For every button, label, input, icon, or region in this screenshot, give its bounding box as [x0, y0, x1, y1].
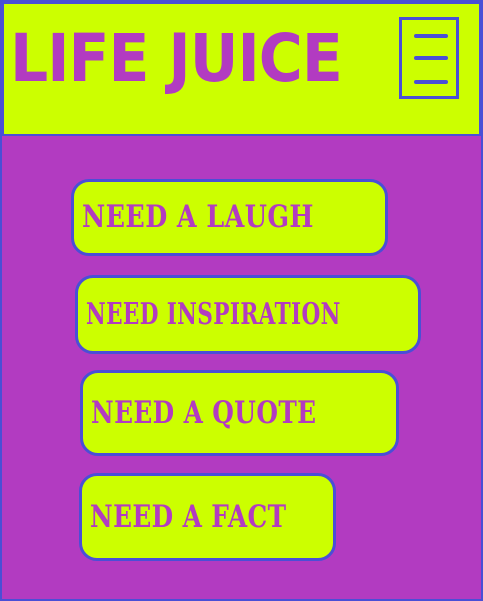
app-header: LIFE JUICE — [2, 2, 481, 136]
need-a-laugh-label: NEED A LAUGH — [82, 199, 314, 235]
need-a-fact-button[interactable]: NEED A FACT — [79, 473, 336, 561]
app-frame: LIFE JUICE NEED A LAUGH NEED INSPIRATION… — [0, 0, 483, 601]
hamburger-menu-icon[interactable] — [399, 17, 459, 99]
need-a-quote-button[interactable]: NEED A QUOTE — [80, 370, 399, 456]
need-inspiration-label: NEED INSPIRATION — [86, 296, 341, 332]
menu-bar-bottom — [414, 80, 448, 84]
need-inspiration-button[interactable]: NEED INSPIRATION — [75, 275, 421, 354]
app-logo: LIFE JUICE — [10, 20, 343, 98]
menu-bar-middle — [414, 56, 448, 60]
need-a-laugh-button[interactable]: NEED A LAUGH — [71, 179, 388, 256]
menu-bar-top — [414, 34, 448, 38]
need-a-quote-label: NEED A QUOTE — [91, 394, 317, 431]
need-a-fact-label: NEED A FACT — [90, 498, 287, 535]
